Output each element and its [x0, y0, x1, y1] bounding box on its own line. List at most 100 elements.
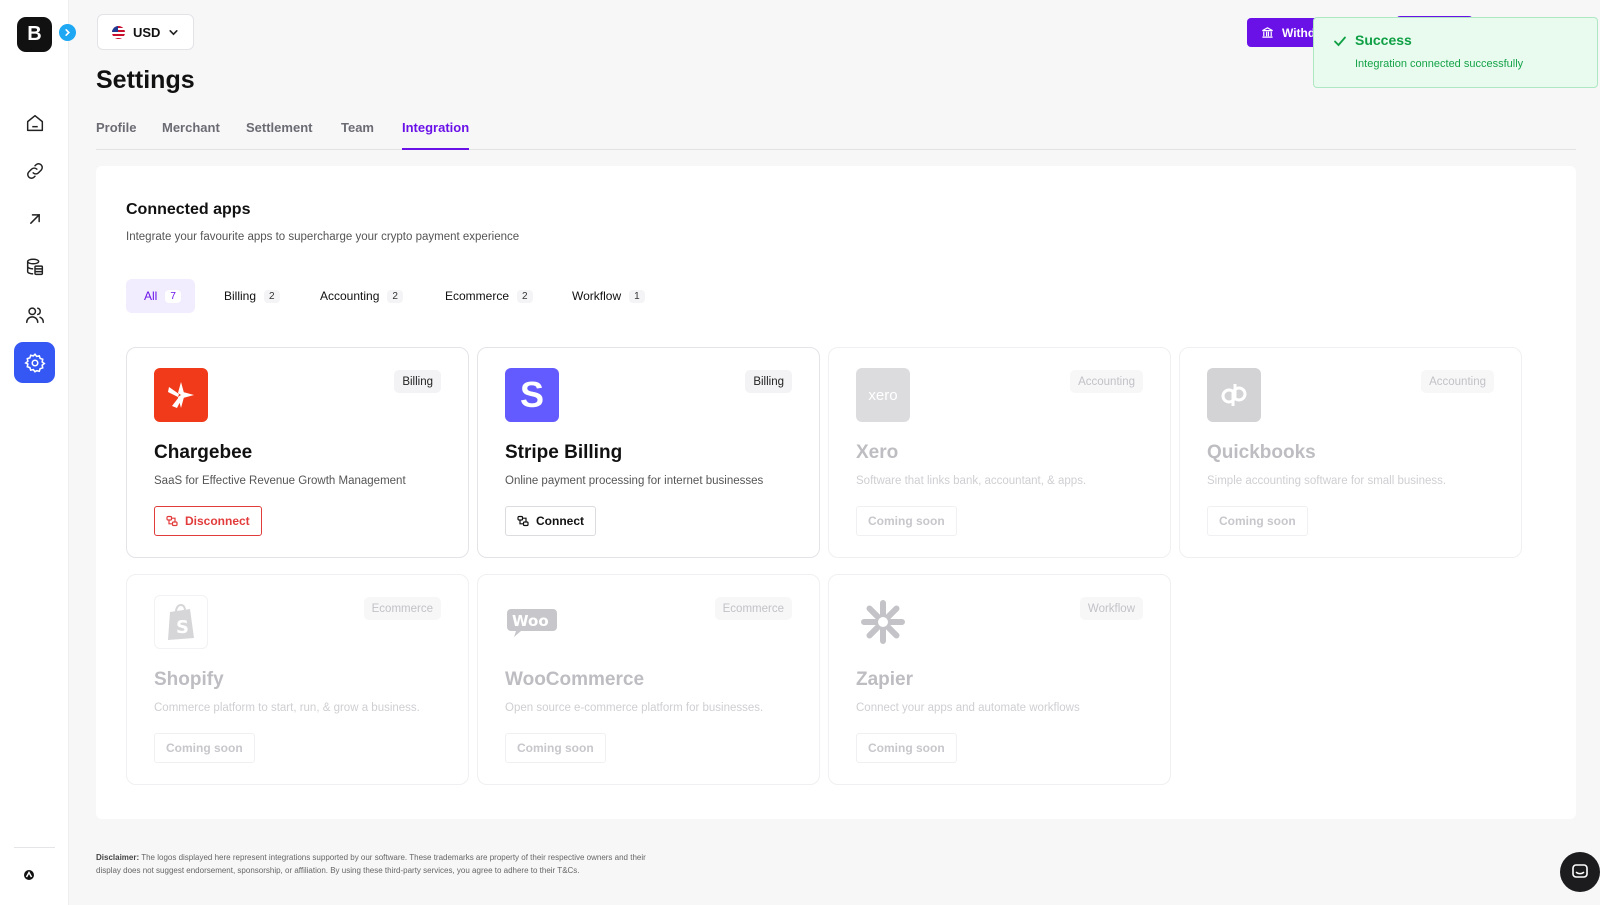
section-title: Connected apps [126, 201, 251, 218]
check-icon [1334, 36, 1346, 47]
app-name: Chargebee [154, 442, 253, 463]
filter-count: 2 [387, 289, 403, 303]
tab-settlement[interactable]: Settlement [246, 120, 312, 150]
filter-billing[interactable]: Billing 2 [206, 279, 294, 313]
filter-count: 2 [264, 289, 280, 303]
disclaimer-label: Disclaimer: [96, 853, 140, 862]
filter-label: Workflow [572, 289, 622, 303]
filter-accounting[interactable]: Accounting 2 [302, 279, 417, 313]
sidebar-item-transactions[interactable] [14, 246, 55, 287]
sidebar-item-home[interactable] [14, 102, 55, 143]
app-name: Shopify [154, 669, 224, 690]
toast-message: Integration connected successfully [1355, 58, 1524, 70]
category-badge: Ecommerce [714, 597, 792, 620]
sidebar-item-settings[interactable] [14, 342, 55, 383]
quickbooks-logo-icon [1207, 368, 1261, 422]
filter-count: 2 [517, 289, 533, 303]
chat-icon [1572, 864, 1588, 878]
app-name: Quickbooks [1207, 442, 1316, 463]
filter-label: Ecommerce [445, 289, 510, 303]
currency-label: USD [133, 24, 161, 40]
tab-team[interactable]: Team [341, 120, 374, 150]
stripe-logo-icon: S [505, 368, 559, 422]
svg-text:Woo: Woo [512, 612, 549, 630]
disclaimer: Disclaimer: The logos displayed here rep… [96, 851, 656, 877]
xero-logo-icon: xero [856, 368, 910, 422]
chargebee-logo-icon [154, 368, 208, 422]
sidebar-item-customers[interactable] [14, 294, 55, 335]
sidebar-item-links[interactable] [14, 150, 55, 191]
app-card-stripe-billing: S Billing Stripe Billing Online payment … [477, 347, 820, 558]
filter-ecommerce[interactable]: Ecommerce 2 [427, 279, 547, 313]
connect-label: Connect [536, 514, 584, 528]
page-title: Settings [96, 66, 195, 94]
app-card-woocommerce: Woo Ecommerce WooCommerce Open source e-… [477, 574, 820, 785]
app-card-quickbooks: Accounting Quickbooks Simple accounting … [1179, 347, 1522, 558]
brand-mark-icon [24, 870, 34, 880]
coming-soon-button: Coming soon [856, 506, 957, 536]
coming-soon-button: Coming soon [505, 733, 606, 763]
shopify-logo-icon: S [154, 595, 208, 649]
gear-icon [23, 352, 46, 373]
chevron-down-icon [169, 29, 179, 35]
app-description: Software that links bank, accountant, & … [856, 475, 1087, 487]
filter-count: 7 [165, 289, 181, 303]
filter-count: 1 [629, 289, 645, 303]
app-description: Simple accounting software for small bus… [1207, 475, 1447, 487]
category-badge: Workflow [1079, 597, 1143, 620]
us-flag-icon [112, 25, 125, 39]
app-logo[interactable]: B [17, 17, 52, 52]
sidebar-expand-button[interactable] [59, 24, 76, 41]
filter-label: Billing [224, 289, 257, 303]
tab-integration[interactable]: Integration [402, 120, 470, 150]
app-description: Commerce platform to start, run, & grow … [154, 702, 420, 714]
chevron-right-icon [65, 28, 70, 37]
chat-support-button[interactable] [1560, 852, 1600, 892]
filter-workflow[interactable]: Workflow 1 [554, 279, 659, 313]
app-card-zapier: Workflow Zapier Connect your apps and au… [828, 574, 1171, 785]
arrow-up-right-icon [29, 213, 40, 224]
disconnect-button[interactable]: Disconnect [154, 506, 262, 536]
settings-tabs: Profile Merchant Settlement Team Integra… [96, 120, 1576, 150]
connected-apps-panel: Connected apps Integrate your favourite … [96, 166, 1576, 819]
toast-title: Success [1355, 32, 1412, 48]
coming-soon-button: Coming soon [856, 733, 957, 763]
filter-all[interactable]: All 7 [126, 279, 195, 313]
app-name: Stripe Billing [505, 442, 623, 463]
bank-icon [1262, 27, 1273, 38]
plug-icon [517, 515, 529, 527]
app-name: WooCommerce [505, 669, 645, 690]
app-card-xero: xero Accounting Xero Software that links… [828, 347, 1171, 558]
database-icon [26, 257, 43, 275]
connect-button[interactable]: Connect [505, 506, 596, 536]
app-description: Open source e-commerce platform for busi… [505, 702, 764, 714]
app-name: Zapier [856, 669, 914, 690]
category-badge: Accounting [1070, 370, 1143, 393]
disclaimer-text: The logos displayed here represent integ… [96, 853, 646, 875]
home-icon [26, 114, 43, 131]
coming-soon-button: Coming soon [1207, 506, 1308, 536]
filter-label: All [144, 289, 158, 303]
disconnect-label: Disconnect [185, 514, 250, 528]
category-badge: Ecommerce [363, 597, 441, 620]
category-badge: Accounting [1421, 370, 1494, 393]
app-description: Connect your apps and automate workflows [856, 702, 1080, 714]
sidebar-item-payouts[interactable] [14, 198, 55, 239]
sidebar: B [0, 0, 69, 905]
sidebar-divider [14, 847, 55, 848]
app-description: SaaS for Effective Revenue Growth Manage… [154, 475, 406, 487]
category-badge: Billing [745, 370, 792, 393]
tab-profile[interactable]: Profile [96, 120, 136, 150]
tab-merchant[interactable]: Merchant [162, 120, 220, 150]
app-card-chargebee: Billing Chargebee SaaS for Effective Rev… [126, 347, 469, 558]
currency-selector[interactable]: USD [97, 14, 194, 50]
filter-label: Accounting [320, 289, 380, 303]
zapier-logo-icon [856, 595, 910, 649]
plug-icon [166, 515, 178, 527]
app-description: Online payment processing for internet b… [505, 475, 764, 487]
link-icon [26, 162, 43, 179]
success-toast: Success Integration connected successful… [1313, 17, 1598, 88]
coming-soon-button: Coming soon [154, 733, 255, 763]
woocommerce-logo-icon: Woo [505, 595, 559, 649]
app-card-shopify: S Ecommerce Shopify Commerce platform to… [126, 574, 469, 785]
